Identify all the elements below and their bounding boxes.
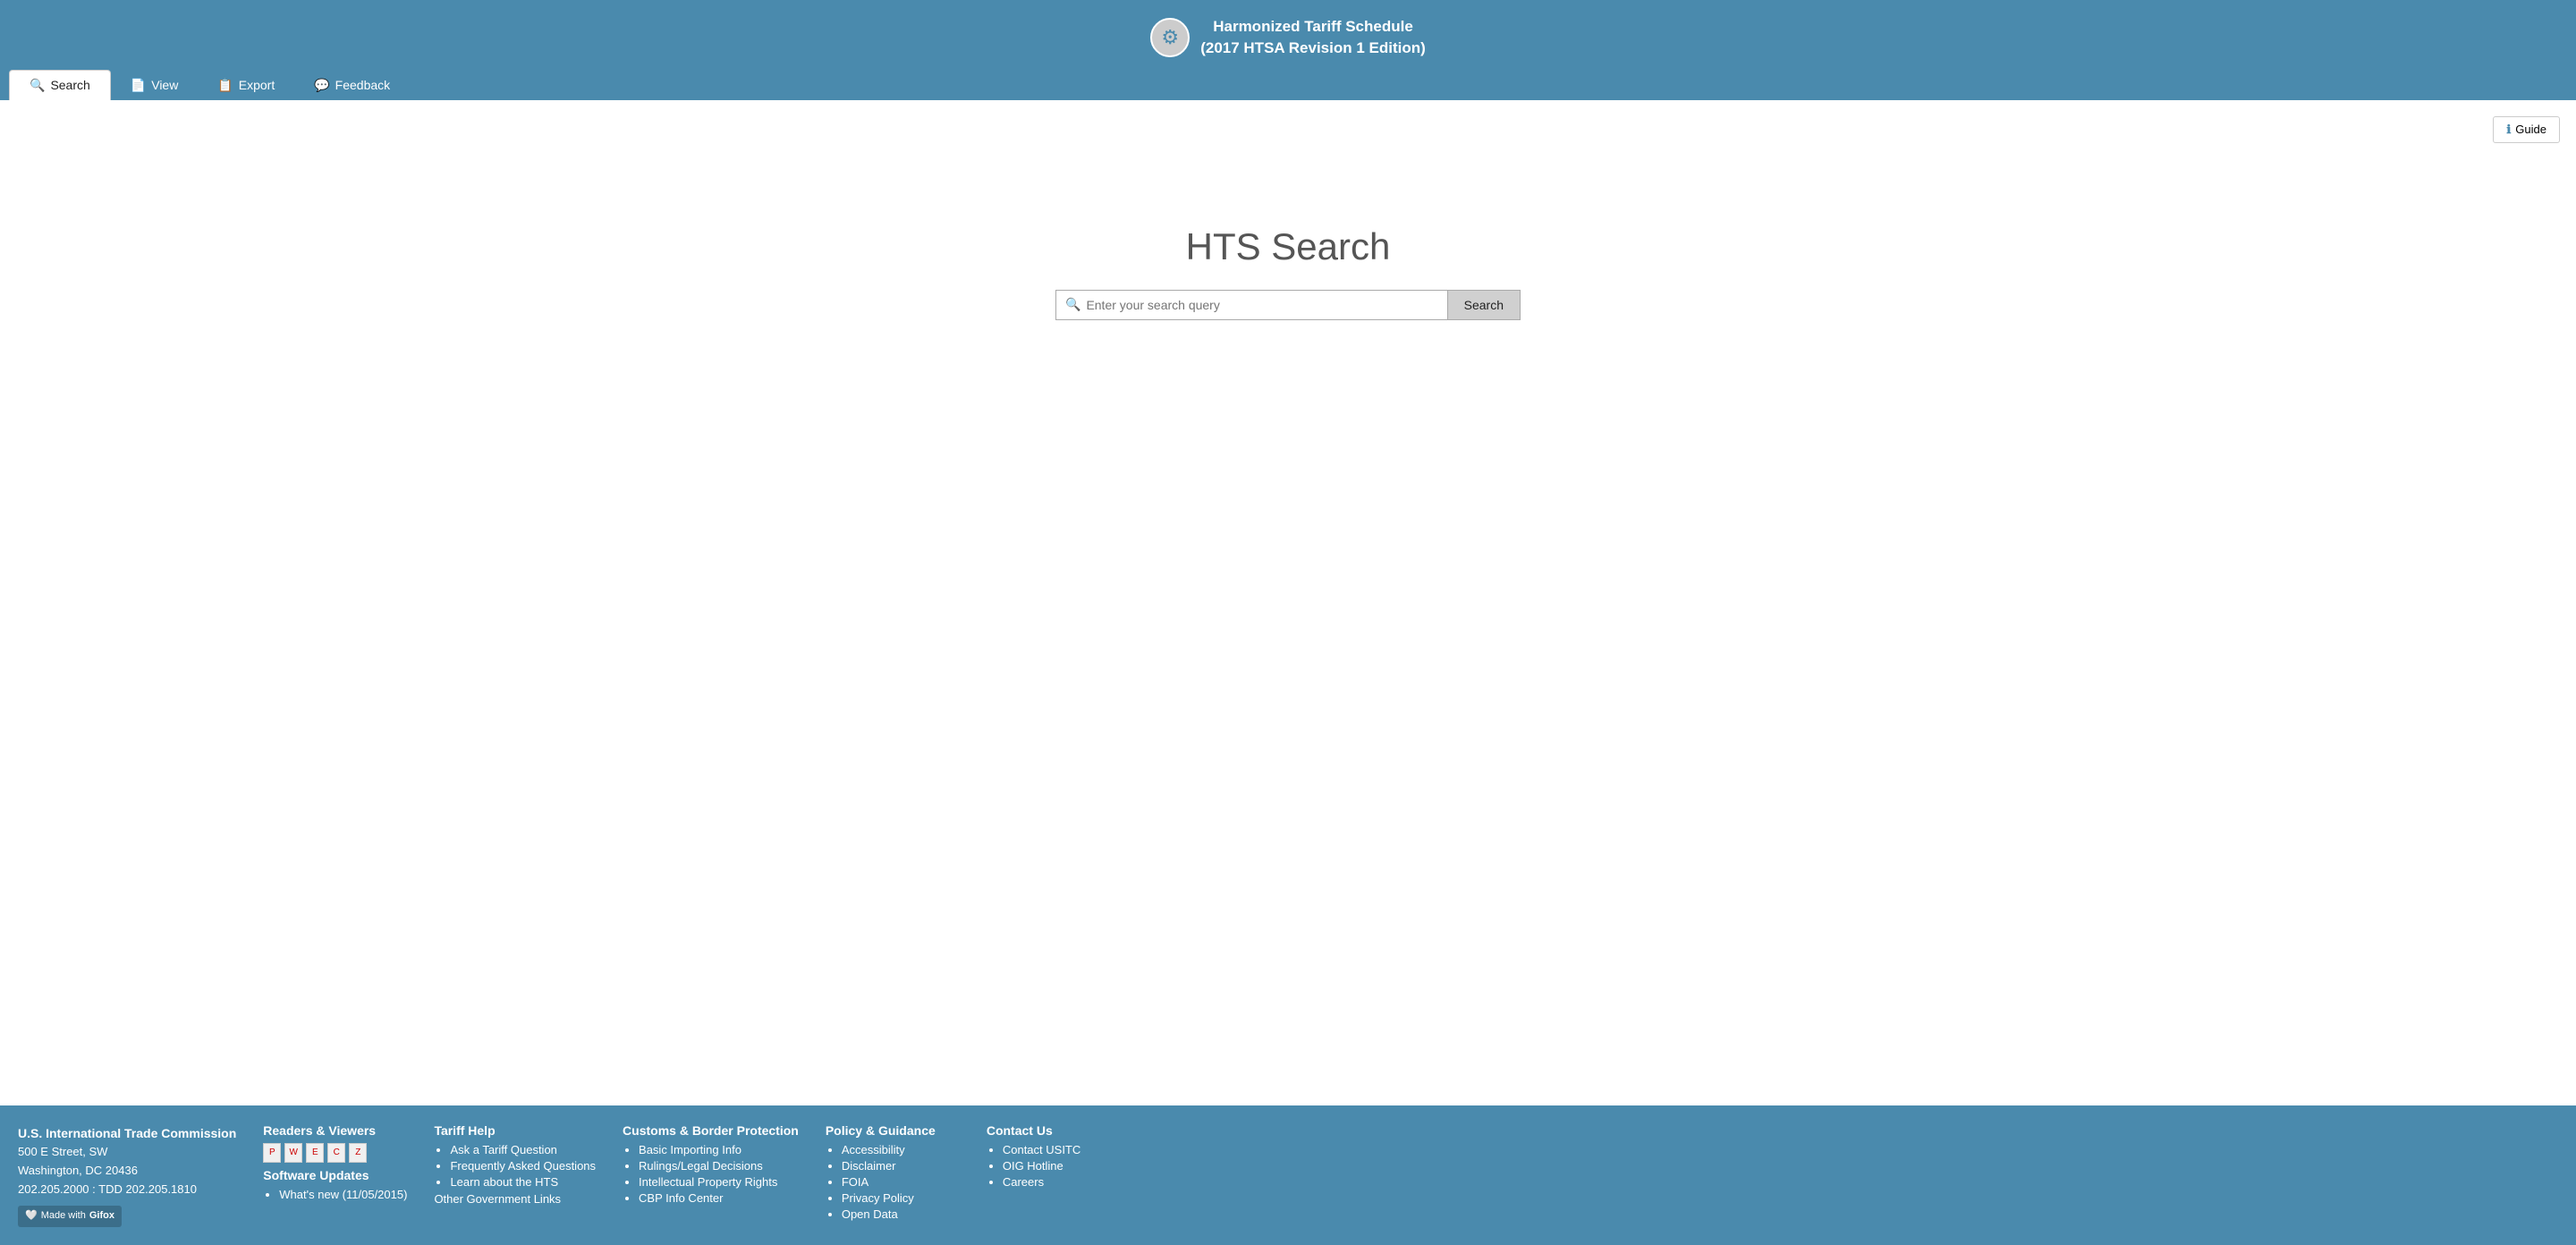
footer-policy-col: Policy & Guidance Accessibility Disclaim… <box>826 1123 960 1227</box>
search-input-wrapper: 🔍 <box>1055 290 1447 320</box>
list-item: Basic Importing Info <box>639 1143 799 1156</box>
main-content: ℹ Guide HTS Search 🔍 Search <box>0 100 2576 1105</box>
ipr-link[interactable]: Intellectual Property Rights <box>639 1175 777 1189</box>
info-icon: ℹ <box>2506 123 2511 137</box>
org-name: U.S. International Trade Commission <box>18 1123 236 1143</box>
list-item: Ask a Tariff Question <box>450 1143 596 1156</box>
list-item: Privacy Policy <box>842 1191 960 1205</box>
footer-readers-col: Readers & Viewers P W E C Z Software Upd… <box>263 1123 407 1227</box>
accessibility-link[interactable]: Accessibility <box>842 1143 905 1156</box>
hts-search-title: HTS Search <box>1186 225 1391 268</box>
list-item: Careers <box>1003 1175 1121 1189</box>
guide-button[interactable]: ℹ Guide <box>2493 116 2560 143</box>
list-item: Accessibility <box>842 1143 960 1156</box>
list-item: What's new (11/05/2015) <box>279 1188 407 1201</box>
careers-link[interactable]: Careers <box>1003 1175 1044 1189</box>
open-data-link[interactable]: Open Data <box>842 1207 898 1221</box>
tab-feedback[interactable]: 💬 Feedback <box>294 71 410 100</box>
nav-tabs: 🔍 Search 📄 View 📋 Export 💬 Feedback <box>0 70 2576 100</box>
usitc-seal: ⚙ <box>1150 18 1190 57</box>
search-icon: 🔍 <box>30 78 45 93</box>
address2: Washington, DC 20436 <box>18 1162 236 1181</box>
list-item: Rulings/Legal Decisions <box>639 1159 799 1173</box>
footer: U.S. International Trade Commission 500 … <box>0 1105 2576 1245</box>
tariff-help-list: Ask a Tariff Question Frequently Asked Q… <box>434 1143 596 1189</box>
contact-list: Contact USITC OIG Hotline Careers <box>987 1143 1121 1189</box>
faq-link[interactable]: Frequently Asked Questions <box>450 1159 596 1173</box>
customs-title: Customs & Border Protection <box>623 1123 799 1138</box>
made-with-badge: 🤍 Made with Gifox <box>18 1206 122 1227</box>
readers-title: Readers & Viewers <box>263 1123 407 1138</box>
rulings-link[interactable]: Rulings/Legal Decisions <box>639 1159 763 1173</box>
doc-icon: W <box>284 1143 302 1163</box>
csv-icon: C <box>327 1143 345 1163</box>
contact-usitc-link[interactable]: Contact USITC <box>1003 1143 1080 1156</box>
footer-contact-col: Contact Us Contact USITC OIG Hotline Car… <box>987 1123 1121 1227</box>
xls-icon: E <box>306 1143 324 1163</box>
footer-customs-col: Customs & Border Protection Basic Import… <box>623 1123 799 1227</box>
phone: 202.205.2000 : TDD 202.205.1810 <box>18 1181 236 1199</box>
customs-list: Basic Importing Info Rulings/Legal Decis… <box>623 1143 799 1205</box>
whats-new-link[interactable]: What's new (11/05/2015) <box>279 1188 407 1201</box>
search-button[interactable]: Search <box>1447 290 1521 320</box>
search-input[interactable] <box>1086 298 1437 312</box>
tab-search-label: Search <box>50 78 89 92</box>
software-updates-list: What's new (11/05/2015) <box>263 1188 407 1201</box>
policy-title: Policy & Guidance <box>826 1123 960 1138</box>
other-gov-links[interactable]: Other Government Links <box>434 1192 596 1206</box>
view-icon: 📄 <box>131 78 146 93</box>
basic-importing-link[interactable]: Basic Importing Info <box>639 1143 741 1156</box>
list-item: CBP Info Center <box>639 1191 799 1205</box>
privacy-link[interactable]: Privacy Policy <box>842 1191 914 1205</box>
heart-icon: 🤍 <box>25 1208 38 1224</box>
list-item: Learn about the HTS <box>450 1175 596 1189</box>
feedback-icon: 💬 <box>314 78 329 93</box>
made-with-label: Made with <box>41 1208 86 1224</box>
zip-icon: Z <box>349 1143 367 1163</box>
list-item: Intellectual Property Rights <box>639 1175 799 1189</box>
reader-icons: P W E C Z <box>263 1143 407 1163</box>
footer-usitc-col: U.S. International Trade Commission 500 … <box>18 1123 236 1227</box>
tab-view[interactable]: 📄 View <box>111 71 199 100</box>
list-item: Disclaimer <box>842 1159 960 1173</box>
other-gov-link[interactable]: Other Government Links <box>434 1192 561 1206</box>
gifox-label: Gifox <box>89 1208 114 1224</box>
tab-search[interactable]: 🔍 Search <box>9 70 111 100</box>
pdf-icon: P <box>263 1143 281 1163</box>
ask-tariff-link[interactable]: Ask a Tariff Question <box>450 1143 556 1156</box>
list-item: Open Data <box>842 1207 960 1221</box>
search-section: HTS Search 🔍 Search <box>18 225 2558 320</box>
list-item: OIG Hotline <box>1003 1159 1121 1173</box>
oig-hotline-link[interactable]: OIG Hotline <box>1003 1159 1063 1173</box>
foia-link[interactable]: FOIA <box>842 1175 869 1189</box>
header-line2: (2017 HTSA Revision 1 Edition) <box>1200 39 1426 56</box>
export-icon: 📋 <box>217 78 233 93</box>
address1: 500 E Street, SW <box>18 1143 236 1162</box>
tab-export[interactable]: 📋 Export <box>198 71 294 100</box>
header-title-text: Harmonized Tariff Schedule (2017 HTSA Re… <box>1200 16 1426 59</box>
header-title-block: ⚙ Harmonized Tariff Schedule (2017 HTSA … <box>1150 9 1426 68</box>
header: ⚙ Harmonized Tariff Schedule (2017 HTSA … <box>0 0 2576 100</box>
list-item: Contact USITC <box>1003 1143 1121 1156</box>
tab-export-label: Export <box>239 78 275 92</box>
policy-list: Accessibility Disclaimer FOIA Privacy Po… <box>826 1143 960 1221</box>
disclaimer-link[interactable]: Disclaimer <box>842 1159 896 1173</box>
contact-title: Contact Us <box>987 1123 1121 1138</box>
footer-address: U.S. International Trade Commission 500 … <box>18 1123 236 1227</box>
footer-arrow <box>1277 1093 1299 1105</box>
list-item: FOIA <box>842 1175 960 1189</box>
guide-label: Guide <box>2515 123 2546 136</box>
cbp-info-link[interactable]: CBP Info Center <box>639 1191 723 1205</box>
header-line1: Harmonized Tariff Schedule <box>1213 18 1413 35</box>
search-bar: 🔍 Search <box>1055 290 1521 320</box>
software-updates-title: Software Updates <box>263 1168 407 1182</box>
tab-view-label: View <box>151 78 178 92</box>
search-magnifier-icon: 🔍 <box>1065 297 1080 312</box>
learn-hts-link[interactable]: Learn about the HTS <box>450 1175 558 1189</box>
footer-tariff-col: Tariff Help Ask a Tariff Question Freque… <box>434 1123 596 1227</box>
list-item: Frequently Asked Questions <box>450 1159 596 1173</box>
tariff-help-title: Tariff Help <box>434 1123 596 1138</box>
tab-feedback-label: Feedback <box>335 78 390 92</box>
